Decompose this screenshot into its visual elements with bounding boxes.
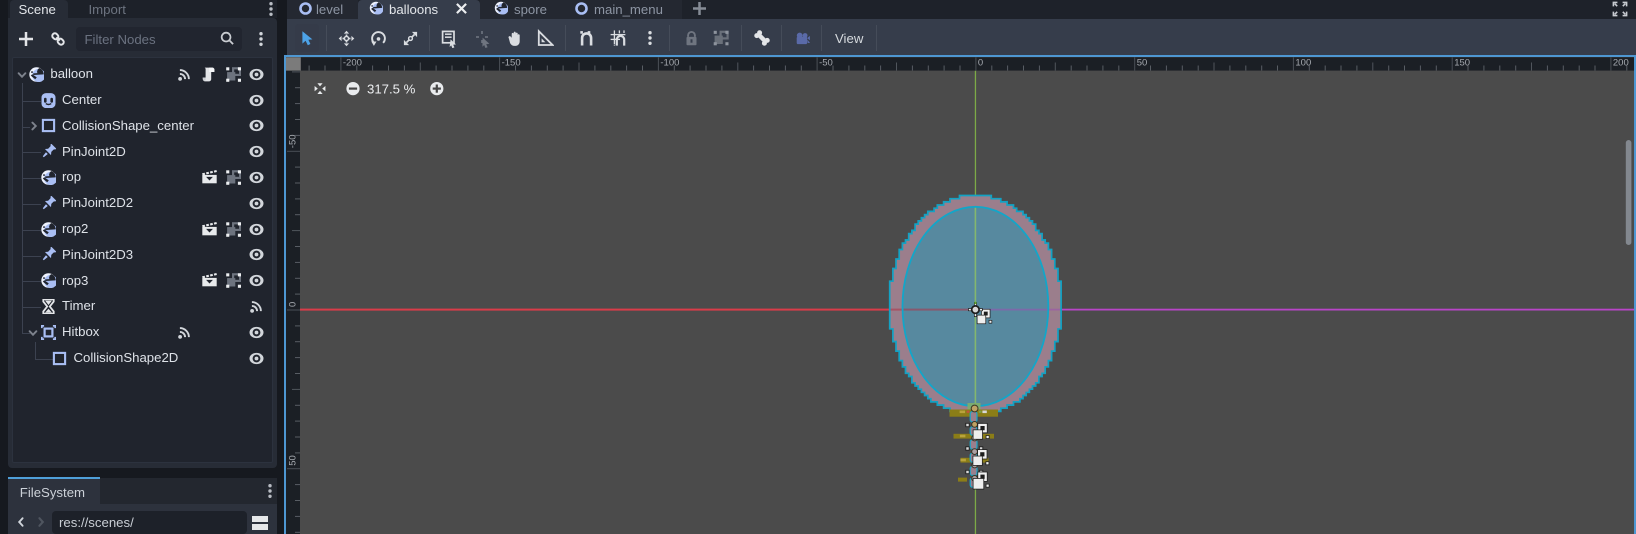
svg-text:317.5 %: 317.5 % <box>367 81 416 96</box>
svg-text:-50: -50 <box>819 58 833 69</box>
svg-text:-150: -150 <box>502 58 521 69</box>
svg-text:-100: -100 <box>660 58 679 69</box>
svg-text:-50: -50 <box>288 134 299 148</box>
svg-text:0: 0 <box>978 58 983 69</box>
svg-text:50: 50 <box>288 455 299 466</box>
svg-text:50: 50 <box>1137 58 1148 69</box>
svg-text:0: 0 <box>288 302 299 307</box>
svg-text:-200: -200 <box>343 58 362 69</box>
